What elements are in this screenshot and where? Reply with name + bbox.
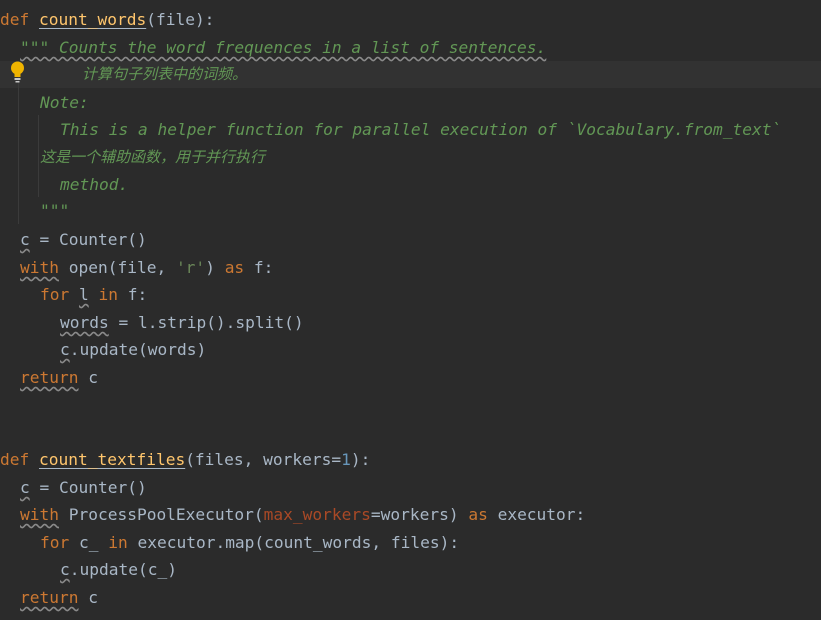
function-name[interactable]: count_words [39, 10, 146, 29]
docstring-text: 这是一个辅助函数，用于并行执行 [40, 148, 266, 166]
string-literal: 'r' [175, 258, 206, 277]
code-line[interactable]: with open(file, 'r') as f: [20, 254, 273, 281]
code-text: = Counter() [29, 478, 147, 497]
paren: ( [146, 10, 156, 29]
keyword-in: in [108, 533, 128, 552]
docstring-text: Note: [40, 93, 89, 112]
keyword-with: with [20, 258, 59, 277]
code-line[interactable]: """ Counts the word frequences in a list… [20, 34, 546, 61]
keyword-with: with [20, 505, 59, 524]
docstring-text: This is a helper function for parallel e… [60, 120, 782, 139]
code-text: ): [350, 450, 371, 469]
code-line[interactable]: return c [20, 584, 98, 611]
variable[interactable]: c [60, 340, 70, 359]
docstring-text: """ [40, 201, 70, 220]
number-literal: 1 [341, 450, 351, 469]
keyword-as: as [468, 505, 488, 524]
code-line[interactable]: with ProcessPoolExecutor(max_workers=wor… [20, 501, 585, 528]
keyword-for: for [40, 285, 70, 304]
code-line[interactable]: for l in f: [40, 281, 147, 308]
variable[interactable]: c_ [69, 533, 108, 552]
code-line[interactable]: This is a helper function for parallel e… [60, 116, 781, 143]
code-text: executor.map(count_words, files): [127, 533, 460, 552]
param-name: file [155, 10, 195, 29]
code-text: ProcessPoolExecutor( [58, 505, 264, 524]
code-line[interactable]: """ [40, 197, 69, 224]
code-text: (files, workers= [185, 450, 342, 469]
code-text: = l.strip().split() [108, 313, 304, 332]
code-line[interactable]: for c_ in executor.map(count_words, file… [40, 529, 459, 556]
keyword-return: return [20, 368, 79, 387]
keyword-for: for [40, 533, 70, 552]
code-text: .update(c_) [69, 560, 177, 579]
code-text: =workers) [370, 505, 469, 524]
code-line[interactable]: def count_textfiles(files, workers=1): [0, 446, 370, 473]
code-text: open(file, [58, 258, 176, 277]
code-text: .update(words) [69, 340, 207, 359]
code-text: f: [244, 258, 274, 277]
code-line[interactable]: 这是一个辅助函数，用于并行执行 [40, 144, 265, 171]
code-text: = Counter() [29, 230, 147, 249]
lightbulb-icon[interactable] [10, 61, 25, 83]
variable[interactable]: words [60, 313, 109, 332]
keyword-def: def [0, 10, 30, 29]
variable[interactable]: c [20, 230, 30, 249]
keyword-in: in [98, 285, 119, 304]
keyword-return: return [20, 588, 79, 607]
docstring-text: 计算句子列表中的词频。 [82, 65, 248, 83]
code-line[interactable]: c = Counter() [20, 226, 147, 253]
keyword-argument: max_workers [263, 505, 371, 524]
code-line[interactable]: words = l.strip().split() [60, 309, 304, 336]
code-line[interactable]: Note: [40, 89, 89, 116]
docstring-text: """ Counts the word frequences in a list… [20, 38, 547, 57]
code-line[interactable]: c.update(c_) [60, 556, 177, 583]
code-line[interactable]: method. [60, 171, 128, 198]
indent-guide [38, 115, 39, 197]
variable[interactable]: c [60, 560, 70, 579]
code-line[interactable]: def count_words(file): [0, 6, 214, 33]
code-editor[interactable]: def count_words(file): """ Counts the wo… [0, 0, 821, 620]
code-text: c [78, 368, 98, 387]
code-text: ) [205, 258, 225, 277]
code-line[interactable]: 计算句子列表中的词频。 [82, 61, 247, 88]
code-line[interactable]: c.update(words) [60, 336, 206, 363]
code-text: f: [118, 285, 148, 304]
indent-guide [18, 61, 19, 224]
function-name[interactable]: count_textfiles [39, 450, 185, 469]
keyword-as: as [224, 258, 245, 277]
code-text: executor: [487, 505, 586, 524]
code-text: c [78, 588, 98, 607]
docstring-text: method. [60, 175, 129, 194]
code-line[interactable]: return c [20, 364, 98, 391]
code-line[interactable]: c = Counter() [20, 474, 147, 501]
variable[interactable]: l [79, 285, 89, 304]
paren: ): [194, 10, 215, 29]
variable[interactable]: c [20, 478, 30, 497]
keyword-def: def [0, 450, 30, 469]
